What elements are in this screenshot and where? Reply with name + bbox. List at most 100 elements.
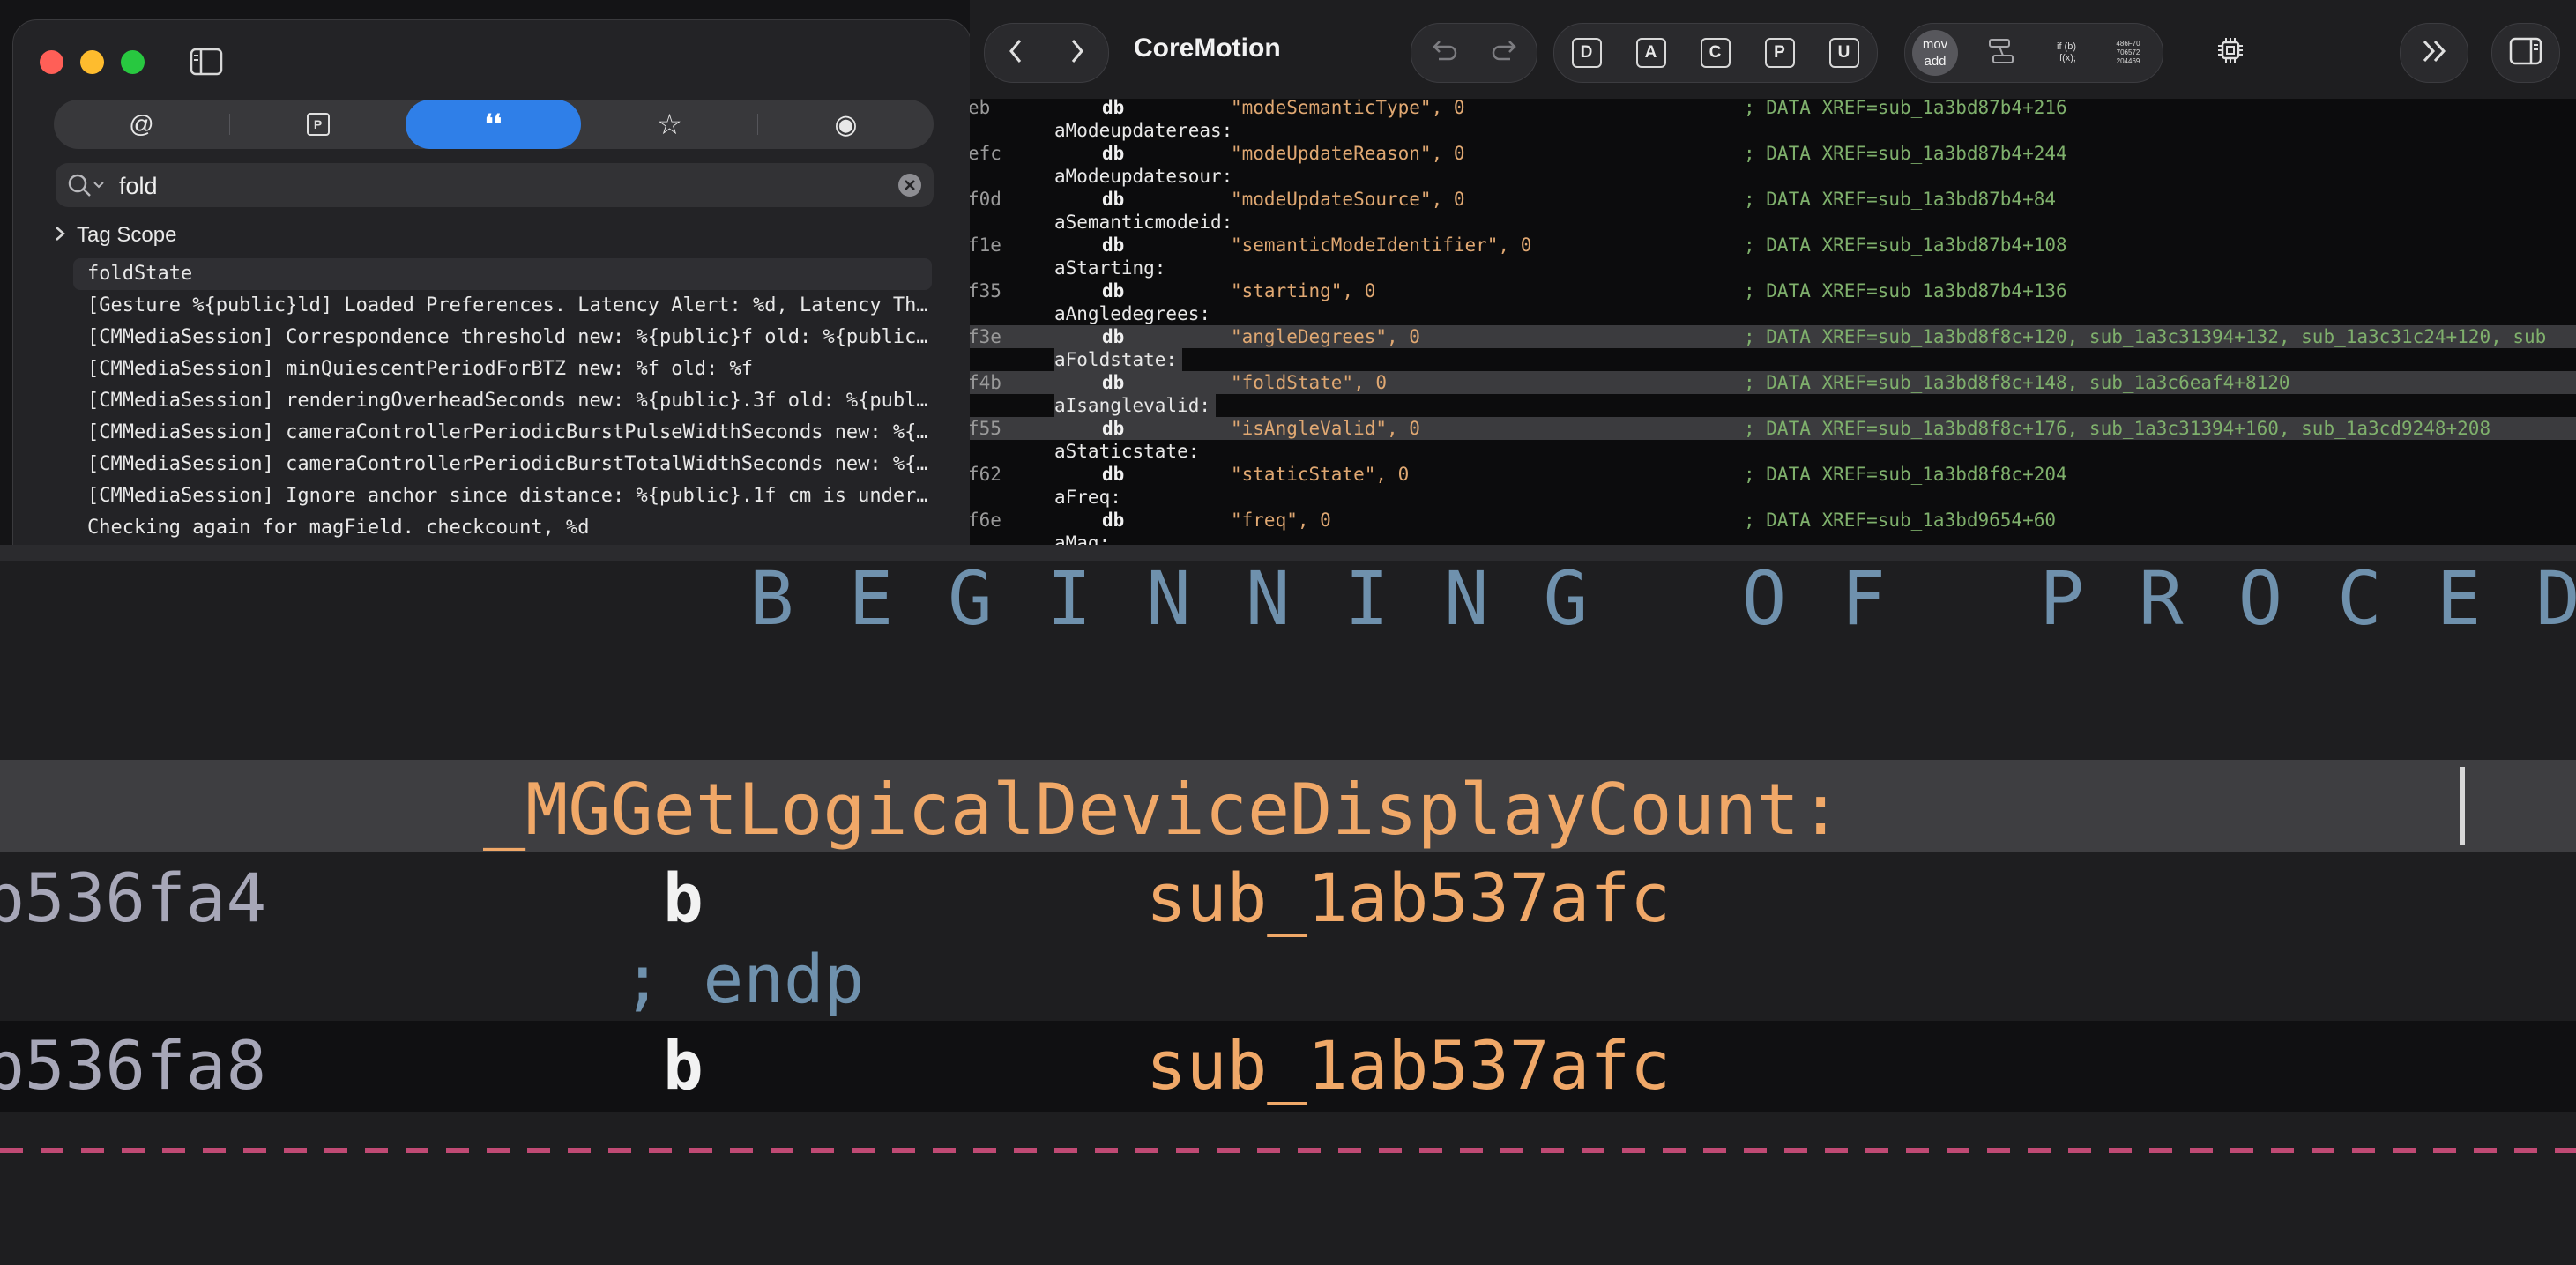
data-row[interactable]: f4b db "foldState", 0 ; DATA XREF=sub_1a3bd… [970, 371, 2576, 394]
segment-procedures[interactable]: P [230, 100, 406, 149]
label-row[interactable]: aModeupdatesour: [970, 165, 2576, 188]
row-xref-comment: ; DATA XREF=sub_1a3bd87b4+136 [1744, 280, 2067, 301]
list-item[interactable]: [CMMediaSession] cameraControllerPeriodi… [73, 449, 932, 480]
cfg-mode-button[interactable] [1972, 24, 2030, 82]
zoom-window-button[interactable] [121, 50, 145, 74]
type-code-button[interactable]: C [1683, 24, 1747, 82]
label-row[interactable]: aStaticstate: [970, 440, 2576, 463]
minimize-window-button[interactable] [80, 50, 104, 74]
branch-target[interactable]: sub_1ab537afc [1146, 859, 1671, 937]
label-row[interactable]: aModeupdatereas: [970, 119, 2576, 142]
undo-icon [1428, 38, 1458, 69]
label-row[interactable]: aMag: [970, 532, 2576, 545]
segment-breakpoints[interactable]: ◉ [758, 100, 934, 149]
toolbar: CoreMotion D A C P U mov add if (b) f(x)… [970, 0, 2576, 99]
data-row[interactable]: f0d db "modeUpdateSource", 0 ; DATA XREF=su… [970, 188, 2576, 211]
hex-line: 204469 [2116, 57, 2140, 65]
data-row[interactable]: eb db "modeSemanticType", 0 ; DATA XREF=sub… [970, 99, 2576, 119]
pseudo-bottom-text: f(x); [2059, 53, 2076, 63]
hex-mode-button[interactable]: 486F70 706572 204469 [2099, 24, 2157, 82]
hex-line: 486F70 [2116, 40, 2140, 48]
data-row[interactable]: f62 db "staticState", 0 ; DATA XREF=sub_1a3… [970, 463, 2576, 486]
list-item[interactable]: [CMMediaSession] cameraControllerPeriodi… [73, 417, 932, 449]
list-item[interactable]: foldState [73, 258, 932, 290]
forward-button[interactable] [1046, 24, 1108, 82]
p-icon: P [1764, 38, 1795, 68]
row-label: aFoldstate: [1054, 348, 1183, 371]
data-row[interactable]: f6e db "freq", 0 ; DATA XREF=sub_1a3bd9654+… [970, 509, 2576, 532]
tag-scope-disclosure[interactable]: Tag Scope [54, 218, 176, 253]
instruction-row[interactable]: b536fa8 b sub_1ab537afc [0, 1021, 2576, 1112]
data-row[interactable]: f3e db "angleDegrees", 0 ; DATA XREF=sub_1a… [970, 325, 2576, 348]
clear-search-icon[interactable] [898, 174, 921, 197]
pane-divider[interactable] [0, 545, 2576, 561]
search-field[interactable]: fold [56, 163, 934, 207]
label-row[interactable]: aAngledegrees: [970, 302, 2576, 325]
row-address: f0d [970, 189, 1001, 210]
row-label: aStaticstate: [1054, 441, 1200, 462]
data-row[interactable]: f55 db "isAngleValid", 0 ; DATA XREF=sub_1a… [970, 417, 2576, 440]
d-icon: D [1571, 38, 1602, 68]
pseudocode-icon: if (b) f(x); [2057, 41, 2076, 64]
row-string: "modeUpdateReason", 0 [1231, 143, 1465, 164]
type-buttons-group: D A C P U [1553, 23, 1878, 83]
type-ascii-button[interactable]: A [1619, 24, 1683, 82]
back-button[interactable] [985, 24, 1046, 82]
type-procedure-button[interactable]: P [1747, 24, 1812, 82]
list-item[interactable]: [CMMediaSession] Correspondence threshol… [73, 322, 932, 353]
assembly-listing[interactable]: eb db "modeSemanticType", 0 ; DATA XREF=sub… [970, 99, 2576, 545]
list-item[interactable]: [Gesture %{public}ld] Loaded Preferences… [73, 290, 932, 322]
row-xref-comment: ; DATA XREF=sub_1a3bd9654+60 [1744, 510, 2057, 531]
type-data-button[interactable]: D [1554, 24, 1619, 82]
sidebar: @ P ❛❛ ☆ ◉ fold Tag Scope foldState [Ges… [12, 19, 972, 545]
row-string: "foldState", 0 [1231, 372, 1388, 393]
right-panel-icon [2509, 37, 2542, 70]
list-item[interactable]: [CMMediaSession] Ignore anchor since dis… [73, 480, 932, 512]
label-row[interactable]: aFoldstate: [970, 348, 2576, 371]
label-row[interactable]: aIsanglevalid: [970, 394, 2576, 417]
redo-button[interactable] [1474, 24, 1537, 82]
label-row[interactable]: aSemanticmodeid: [970, 211, 2576, 234]
sidebar-toggle-icon[interactable] [186, 41, 227, 82]
row-xref-comment: ; DATA XREF=sub_1a3bd8f8c+120, sub_1a3c3… [1744, 326, 2547, 347]
inspector-toggle-button[interactable] [2492, 24, 2559, 82]
row-label: aFreq: [1054, 487, 1121, 508]
cpu-button[interactable] [2204, 23, 2257, 81]
row-label: aModeupdatesour: [1054, 166, 1233, 187]
data-row[interactable]: f35 db "starting", 0 ; DATA XREF=sub_1a3bd8… [970, 279, 2576, 302]
row-string: "angleDegrees", 0 [1231, 326, 1420, 347]
data-row[interactable]: f1e db "semanticModeIdentifier", 0 ; DATA X… [970, 234, 2576, 257]
procedure-separator [0, 1148, 2576, 1153]
segment-bookmarks[interactable]: ☆ [582, 100, 757, 149]
list-item[interactable]: [CMMediaSession] minQuiescentPeriodForBT… [73, 353, 932, 385]
undo-button[interactable] [1411, 24, 1474, 82]
row-label: aAngledegrees: [1054, 303, 1211, 324]
assembly-mode-button[interactable]: mov add [1912, 30, 1958, 76]
pseudocode-mode-button[interactable]: if (b) f(x); [2037, 24, 2096, 82]
row-opcode: db [1102, 234, 1125, 256]
type-undefined-button[interactable]: U [1812, 24, 1876, 82]
row-label: aSemanticmodeid: [1054, 212, 1233, 233]
function-header-row[interactable]: _MGGetLogicalDeviceDisplayCount: [0, 760, 2576, 852]
pseudo-top-text: if (b) [2057, 41, 2076, 52]
label-row[interactable]: aFreq: [970, 486, 2576, 509]
label-row[interactable]: aStarting: [970, 257, 2576, 279]
close-window-button[interactable] [40, 50, 63, 74]
search-icon [66, 172, 107, 203]
list-item[interactable]: Checking again for magField. checkcount,… [73, 512, 932, 544]
chevron-right-icon [1069, 38, 1085, 69]
row-address: f4b [970, 372, 1001, 393]
search-input[interactable]: fold [119, 173, 158, 200]
hex-icon: 486F70 706572 204469 [2116, 40, 2140, 66]
row-address: efc [970, 143, 1001, 164]
list-item[interactable]: [CMMediaSession] renderingOverheadSecond… [73, 385, 932, 417]
more-group [2400, 23, 2468, 83]
segment-strings[interactable]: ❛❛ [406, 100, 581, 149]
row-opcode: db [1102, 372, 1125, 393]
more-tools-button[interactable] [2401, 24, 2468, 82]
data-row[interactable]: efc db "modeUpdateReason", 0 ; DATA XREF=su… [970, 142, 2576, 165]
instruction-row[interactable]: b536fa4 b sub_1ab537afc [0, 853, 2576, 945]
top-window: @ P ❛❛ ☆ ◉ fold Tag Scope foldState [Ges… [0, 0, 2576, 545]
branch-target[interactable]: sub_1ab537afc [1146, 1026, 1671, 1105]
segment-tags[interactable]: @ [54, 100, 229, 149]
